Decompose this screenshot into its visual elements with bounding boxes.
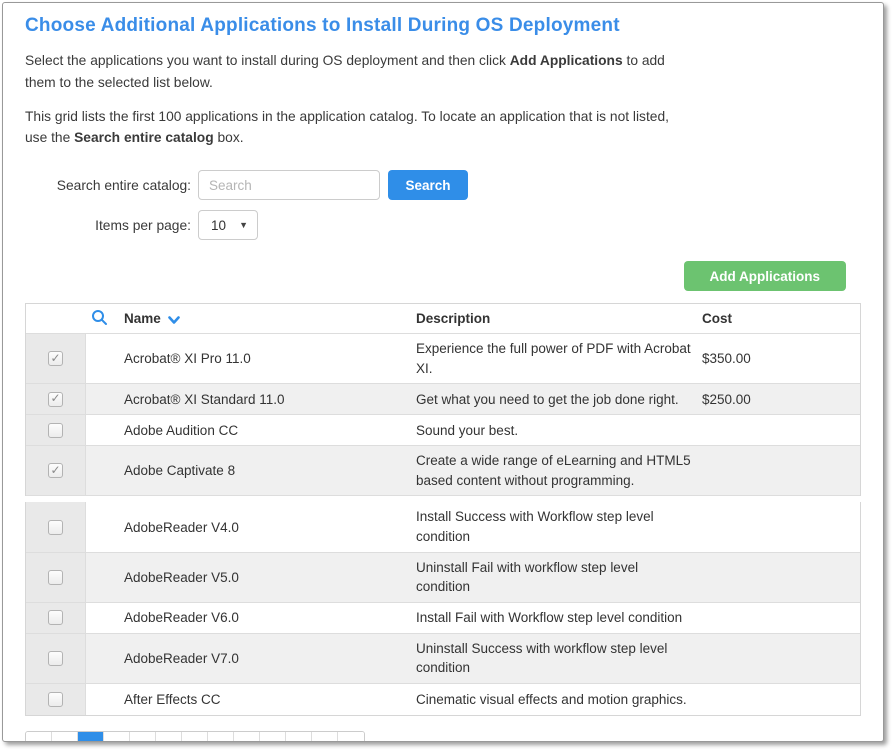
table-row: AdobeReader V5.0 Uninstall Fail with wor… — [26, 553, 860, 603]
page-button-1[interactable]: 1 — [78, 732, 104, 742]
column-header-name-label: Name — [124, 311, 161, 326]
search-catalog-label: Search entire catalog: — [25, 178, 198, 193]
app-description: Uninstall Success with workflow step lev… — [416, 634, 702, 683]
table-row: AdobeReader V7.0 Uninstall Success with … — [26, 634, 860, 684]
sort-descending-chevron-icon — [168, 313, 180, 328]
row-checkbox[interactable] — [48, 423, 63, 438]
app-description: Sound your best. — [416, 416, 702, 446]
page-button-4[interactable]: 4 — [156, 732, 182, 742]
page-button-10[interactable]: 10 — [286, 732, 312, 742]
app-description: Install Success with Workflow step level… — [416, 502, 702, 551]
row-checkbox[interactable] — [48, 651, 63, 666]
first-page-button[interactable]: « — [26, 732, 52, 742]
page-button-6[interactable]: 6 — [208, 732, 234, 742]
next-page-button[interactable]: › — [312, 732, 338, 742]
items-summary: 100 items in 10 pages — [379, 741, 511, 742]
table-row: Adobe Captivate 8 Create a wide range of… — [26, 446, 860, 496]
app-name: AdobeReader V4.0 — [86, 520, 416, 535]
app-description: Get what you need to get the job done ri… — [416, 385, 702, 415]
app-name: After Effects CC — [86, 692, 416, 707]
app-name: Acrobat® XI Pro 11.0 — [86, 351, 416, 366]
page-button-2[interactable]: 2 — [104, 732, 130, 742]
app-name: Adobe Audition CC — [86, 423, 416, 438]
column-header-description[interactable]: Description — [416, 311, 702, 326]
row-checkbox[interactable] — [48, 610, 63, 625]
items-per-page-value: 10 — [211, 218, 226, 233]
table-section-gap — [25, 496, 861, 502]
page-ellipsis: ... — [260, 732, 286, 742]
page-button-3[interactable]: 3 — [130, 732, 156, 742]
intro-text-2-post: box. — [214, 130, 244, 145]
app-name: Adobe Captivate 8 — [86, 463, 416, 478]
page-button-5[interactable]: 5 — [182, 732, 208, 742]
column-header-name[interactable]: Name — [86, 310, 416, 328]
search-icon[interactable] — [91, 309, 108, 329]
intro-text-2: This grid lists the first 100 applicatio… — [25, 106, 683, 150]
intro-text-1-bold: Add Applications — [510, 53, 623, 68]
table-row: After Effects CC Cinematic visual effect… — [26, 684, 860, 715]
intro-text-1: Select the applications you want to inst… — [25, 50, 683, 94]
intro-text-1-pre: Select the applications you want to inst… — [25, 53, 510, 68]
app-name: AdobeReader V6.0 — [86, 610, 416, 625]
search-input[interactable] — [198, 170, 380, 200]
row-checkbox[interactable] — [48, 692, 63, 707]
column-header-cost[interactable]: Cost — [702, 311, 860, 326]
table-row: AdobeReader V6.0 Install Fail with Workf… — [26, 603, 860, 634]
app-description: Experience the full power of PDF with Ac… — [416, 334, 702, 383]
row-checkbox[interactable] — [48, 351, 63, 366]
search-button[interactable]: Search — [388, 170, 468, 200]
app-name: Acrobat® XI Standard 11.0 — [86, 392, 416, 407]
row-checkbox[interactable] — [48, 392, 63, 407]
app-description: Create a wide range of eLearning and HTM… — [416, 446, 702, 495]
app-cost: $350.00 — [702, 351, 860, 366]
page-title: Choose Additional Applications to Instal… — [25, 15, 861, 37]
row-checkbox[interactable] — [48, 463, 63, 478]
items-per-page-select[interactable]: 10 ▼ — [198, 210, 258, 240]
app-cost: $250.00 — [702, 392, 860, 407]
intro-text-2-bold: Search entire catalog — [74, 130, 214, 145]
pagination: « ‹ 1 2 3 4 5 6 7 ... 10 › » — [25, 731, 365, 742]
app-description: Cinematic visual effects and motion grap… — [416, 685, 702, 715]
table-row: Acrobat® XI Standard 11.0 Get what you n… — [26, 384, 860, 415]
app-description: Uninstall Fail with workflow step level … — [416, 553, 702, 602]
table-row: AdobeReader V4.0 Install Success with Wo… — [26, 502, 860, 552]
row-checkbox[interactable] — [48, 570, 63, 585]
add-applications-button[interactable]: Add Applications — [684, 261, 847, 291]
items-per-page-label: Items per page: — [25, 218, 198, 233]
table-header-row: Name Description Cost — [26, 304, 860, 334]
app-name: AdobeReader V7.0 — [86, 651, 416, 666]
table-row: Acrobat® XI Pro 11.0 Experience the full… — [26, 334, 860, 384]
applications-table: Name Description Cost Acrobat® XI Pro 11… — [25, 303, 861, 716]
app-description: Install Fail with Workflow step level co… — [416, 603, 702, 633]
dropdown-caret-icon: ▼ — [239, 220, 248, 230]
wizard-dialog: Choose Additional Applications to Instal… — [2, 2, 884, 742]
app-name: AdobeReader V5.0 — [86, 570, 416, 585]
row-checkbox[interactable] — [48, 520, 63, 535]
prev-page-button[interactable]: ‹ — [52, 732, 78, 742]
page-button-7[interactable]: 7 — [234, 732, 260, 742]
table-row: Adobe Audition CC Sound your best. — [26, 415, 860, 446]
last-page-button[interactable]: » — [338, 732, 364, 742]
